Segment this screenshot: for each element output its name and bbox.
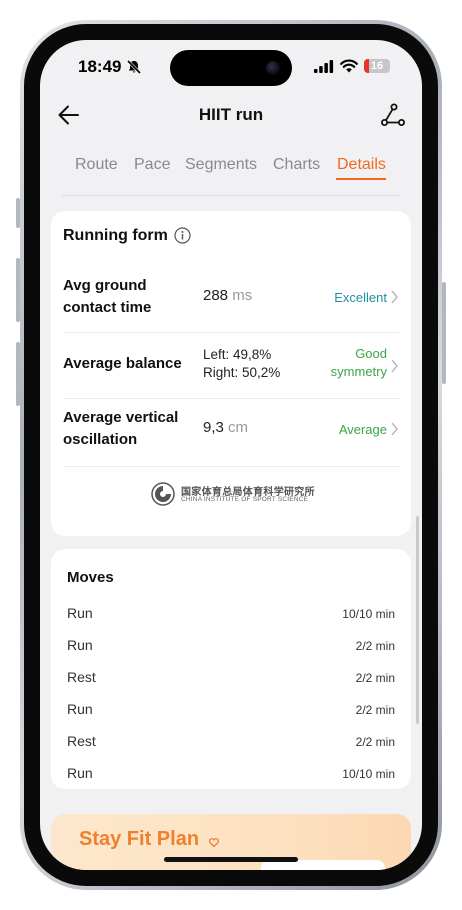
move-name: Rest	[67, 733, 96, 749]
scrollbar[interactable]	[416, 516, 419, 724]
metric-divider	[63, 398, 399, 399]
metric-label-line2: contact time	[63, 299, 152, 316]
balance-left: Left: 49,8%	[203, 347, 272, 362]
status-time: 18:49	[78, 57, 122, 76]
app-bar: HIIT run	[40, 100, 422, 136]
metric-rating: Average	[338, 422, 387, 437]
metric-unit: cm	[228, 419, 249, 436]
route-share-icon[interactable]	[380, 102, 406, 133]
move-name: Run	[67, 637, 93, 653]
move-duration: 10/10 min	[342, 607, 395, 621]
silent-bell-icon	[126, 59, 142, 80]
info-icon[interactable]	[174, 227, 191, 249]
running-form-title: Running form	[63, 227, 168, 244]
move-name: Run	[67, 605, 93, 621]
wifi-icon	[340, 59, 358, 78]
list-item: Run 2/2 min	[67, 637, 395, 657]
metric-divider	[63, 332, 399, 333]
metric-value: 9,3 cm	[203, 419, 248, 436]
institute-seal-icon	[151, 482, 175, 506]
rating-line1: Good	[355, 346, 387, 361]
list-item: Run 10/10 min	[67, 765, 395, 785]
active-tab-indicator	[336, 178, 386, 180]
tab-details[interactable]: Details	[337, 156, 386, 174]
metric-rating: Excellent	[334, 290, 387, 305]
chevron-right-icon	[390, 358, 399, 379]
metric-ground-contact-time[interactable]: Avg ground contact time 288 ms Excellent	[63, 275, 399, 323]
move-name: Run	[67, 701, 93, 717]
move-duration: 10/10 min	[342, 767, 395, 781]
move-duration: 2/2 min	[355, 735, 395, 749]
tab-charts[interactable]: Charts	[273, 156, 320, 174]
move-name: Rest	[67, 669, 96, 685]
chevron-right-icon	[390, 289, 399, 310]
tab-bar: Route Pace Segments Charts Details	[40, 156, 422, 186]
tab-segments[interactable]: Segments	[185, 156, 257, 174]
tab-pace[interactable]: Pace	[134, 156, 170, 174]
battery-icon: 16	[364, 59, 390, 73]
list-item: Run 2/2 min	[67, 701, 395, 721]
volume-up-button	[16, 258, 20, 322]
metric-label: Avg ground contact time	[63, 275, 151, 319]
rating-line2: symmetry	[330, 364, 387, 379]
metric-value: Left: 49,8% Right: 50,2%	[203, 346, 280, 382]
move-duration: 2/2 min	[355, 639, 395, 653]
cellular-signal-icon	[314, 60, 334, 78]
metric-vertical-oscillation[interactable]: Average vertical oscillation 9,3 cm Aver…	[63, 407, 399, 455]
tab-route[interactable]: Route	[75, 156, 118, 174]
move-duration: 2/2 min	[355, 671, 395, 685]
metric-unit: ms	[232, 287, 253, 304]
status-bar: 18:49 16	[40, 57, 422, 79]
metric-value: 288 ms	[203, 287, 252, 304]
moves-title: Moves	[67, 569, 114, 586]
move-duration: 2/2 min	[355, 703, 395, 717]
chevron-right-icon	[390, 421, 399, 442]
metric-average-balance[interactable]: Average balance Left: 49,8% Right: 50,2%…	[63, 341, 399, 391]
move-name: Run	[67, 765, 93, 781]
home-indicator[interactable]	[164, 857, 298, 862]
metric-divider	[63, 466, 399, 467]
tabs-divider	[62, 195, 400, 196]
metric-label-line1: Average vertical	[63, 409, 179, 426]
metric-label: Average vertical oscillation	[63, 407, 178, 451]
page-title: HIIT run	[198, 105, 264, 124]
action-button	[16, 198, 20, 228]
list-item: Rest 2/2 min	[67, 669, 395, 689]
metric-rating: Good symmetry	[331, 345, 387, 381]
balance-right: Right: 50,2%	[203, 365, 281, 380]
moves-card: Moves Run 10/10 min Run 2/2 min Rest 2/2…	[51, 549, 411, 789]
running-form-card: Running form Avg ground contact time 288…	[51, 211, 411, 536]
list-item: Run 10/10 min	[67, 605, 395, 625]
volume-down-button	[16, 342, 20, 406]
heart-icon	[208, 834, 220, 852]
metric-label-line2: oscillation	[63, 431, 138, 448]
metric-value-number: 9,3	[203, 419, 224, 436]
institute-logo: 国家体育总局体育科学研究所 CHINA INSTITUTE OF SPORT S…	[151, 482, 331, 508]
screen: 18:49 16 HIIT run Route Pace Segments Ch…	[40, 40, 422, 870]
power-button	[442, 282, 446, 384]
battery-percent: 16	[370, 60, 384, 72]
institute-name-en: CHINA INSTITUTE OF SPORT SCIENCE	[181, 496, 309, 503]
metric-label-line1: Avg ground	[63, 277, 147, 294]
metric-value-number: 288	[203, 287, 229, 304]
promo-title: Stay Fit Plan	[79, 828, 200, 850]
metric-label: Average balance	[63, 355, 182, 372]
list-item: Rest 2/2 min	[67, 733, 395, 753]
